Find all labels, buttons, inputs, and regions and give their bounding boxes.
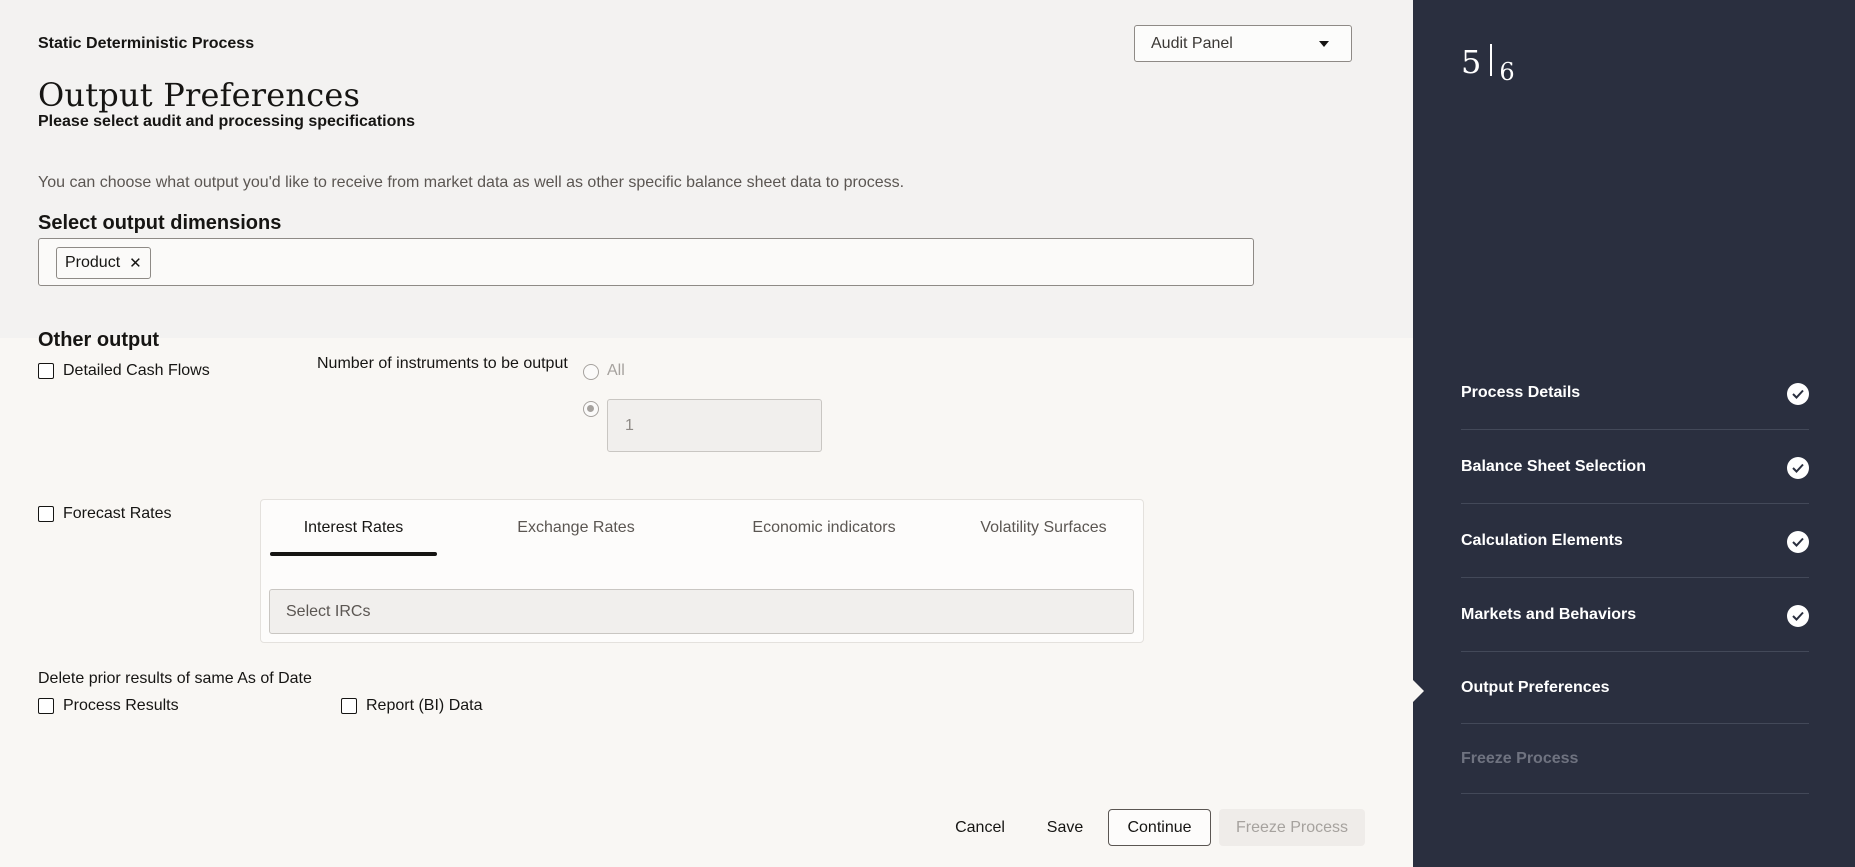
- detailed-cash-flows-checkbox[interactable]: Detailed Cash Flows: [38, 362, 210, 380]
- checkbox-label: Detailed Cash Flows: [63, 362, 210, 379]
- process-results-checkbox[interactable]: Process Results: [38, 697, 179, 715]
- train-step-calculation-elements[interactable]: Calculation Elements: [1461, 504, 1809, 578]
- continue-button[interactable]: Continue: [1108, 809, 1211, 846]
- dimension-chip-product: Product ✕: [56, 247, 151, 279]
- tab-exchange-rates[interactable]: Exchange Rates: [476, 500, 676, 556]
- other-output-heading: Other output: [38, 329, 160, 351]
- chip-label: Product: [65, 254, 121, 271]
- step-label: Process Details: [1461, 383, 1581, 401]
- checkbox-label: Process Results: [63, 697, 179, 714]
- radio-all-label: All: [607, 362, 625, 379]
- checkbox-label: Forecast Rates: [63, 505, 172, 522]
- radio-custom[interactable]: [583, 401, 599, 417]
- train-step-freeze-process: Freeze Process: [1461, 724, 1809, 794]
- checkmark-icon: [1787, 457, 1809, 479]
- tab-interest-rates[interactable]: Interest Rates: [270, 500, 437, 556]
- train-sidebar: 5 6 Process Details Balance Sheet Select…: [1413, 0, 1855, 867]
- train-steps: Process Details Balance Sheet Selection …: [1461, 356, 1809, 794]
- step-divider: [1490, 44, 1493, 76]
- checkmark-icon: [1787, 531, 1809, 553]
- page-subtitle: Please select audit and processing speci…: [38, 113, 416, 130]
- close-icon[interactable]: ✕: [129, 254, 142, 272]
- audit-panel-select[interactable]: Audit Panel: [1134, 25, 1352, 62]
- page-description: You can choose what output you'd like to…: [38, 174, 905, 191]
- tab-label: Exchange Rates: [517, 519, 635, 536]
- checkbox-box[interactable]: [38, 698, 54, 714]
- output-dimensions-heading: Select output dimensions: [38, 212, 282, 234]
- save-button[interactable]: Save: [1032, 809, 1098, 846]
- tab-label: Volatility Surfaces: [980, 519, 1107, 536]
- checkbox-box[interactable]: [341, 698, 357, 714]
- train-step-balance-sheet-selection[interactable]: Balance Sheet Selection: [1461, 430, 1809, 504]
- step-label: Output Preferences: [1461, 678, 1610, 696]
- instruments-label: Number of instruments to be output: [317, 355, 568, 372]
- tab-volatility-surfaces[interactable]: Volatility Surfaces: [951, 500, 1136, 556]
- total-steps-number: 6: [1499, 58, 1515, 86]
- report-data-checkbox[interactable]: Report (BI) Data: [341, 697, 482, 715]
- checkbox-box[interactable]: [38, 363, 54, 379]
- caret-down-icon: [1319, 41, 1329, 47]
- page-title: Output Preferences: [38, 76, 361, 114]
- train-step-output-preferences[interactable]: Output Preferences: [1461, 652, 1809, 724]
- current-step-marker: [1413, 680, 1424, 702]
- checkbox-label: Report (BI) Data: [366, 697, 483, 714]
- step-label: Markets and Behaviors: [1461, 605, 1637, 623]
- output-dimensions-input[interactable]: Product ✕: [38, 238, 1254, 286]
- checkmark-icon: [1787, 383, 1809, 405]
- current-step-number: 5: [1461, 43, 1482, 81]
- main-content: Static Deterministic Process Output Pref…: [0, 0, 1413, 867]
- checkmark-icon: [1787, 605, 1809, 627]
- forecast-rates-checkbox[interactable]: Forecast Rates: [38, 505, 171, 523]
- train-step-markets-and-behaviors[interactable]: Markets and Behaviors: [1461, 578, 1809, 652]
- delete-prior-label: Delete prior results of same As of Date: [38, 670, 312, 687]
- select-ircs-input[interactable]: Select IRCs: [269, 589, 1134, 634]
- process-name: Static Deterministic Process: [38, 35, 255, 52]
- checkbox-box[interactable]: [38, 506, 54, 522]
- radio-all[interactable]: [583, 364, 599, 380]
- tab-economic-indicators[interactable]: Economic indicators: [699, 500, 949, 556]
- step-label: Balance Sheet Selection: [1461, 457, 1646, 475]
- tab-label: Economic indicators: [752, 519, 896, 536]
- freeze-process-button: Freeze Process: [1219, 809, 1365, 846]
- step-label: Calculation Elements: [1461, 531, 1623, 549]
- step-counter: 5 6: [1461, 40, 1515, 84]
- train-step-process-details[interactable]: Process Details: [1461, 356, 1809, 430]
- audit-panel-label: Audit Panel: [1151, 34, 1233, 52]
- tab-label: Interest Rates: [303, 519, 404, 536]
- step-label: Freeze Process: [1461, 749, 1579, 767]
- cancel-button[interactable]: Cancel: [940, 809, 1020, 846]
- instruments-count-input[interactable]: 1: [607, 399, 822, 452]
- forecast-tabs-panel: Interest Rates Exchange Rates Economic i…: [260, 499, 1144, 643]
